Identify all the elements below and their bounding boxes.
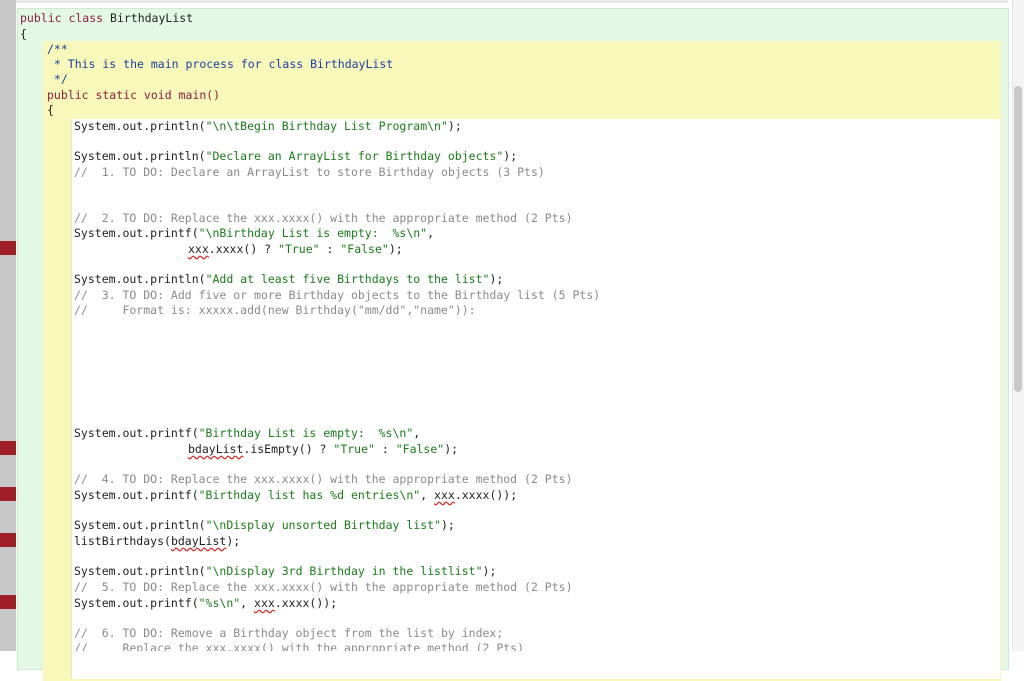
code-line: System.out.println("\n\tBegin Birthday L… — [74, 119, 462, 134]
string-literal: "Birthday list has %d entries\n" — [198, 488, 421, 502]
code-line: System.out.printf("%s\n", xxx.xxxx()); — [74, 596, 337, 611]
error-token[interactable]: xxx — [434, 488, 455, 502]
code-punct: ); — [440, 518, 455, 532]
code-line: System.out.printf("Birthday List is empt… — [74, 426, 420, 441]
code-call: System.out.println( — [74, 272, 206, 286]
error-token[interactable]: xxx — [254, 596, 275, 610]
code-line: System.out.printf("Birthday list has %d … — [74, 488, 517, 503]
code-punct: , — [240, 596, 255, 610]
error-marker[interactable] — [0, 241, 16, 255]
string-literal: "False" — [395, 442, 445, 456]
code-line: System.out.println("Add at least five Bi… — [74, 272, 503, 287]
scrollbar-thumb[interactable] — [1014, 86, 1022, 392]
code-line: bdayList.isEmpty() ? "True" : "False"); — [188, 442, 458, 457]
method-body-block — [71, 119, 1000, 679]
error-token[interactable]: bdayList — [171, 534, 226, 548]
string-literal: "Birthday List is empty: %s\n" — [198, 426, 414, 440]
code-punct: , — [427, 226, 435, 240]
code-call: System.out.println( — [74, 518, 206, 532]
code-punct: ); — [447, 119, 462, 133]
code-punct: ); — [489, 272, 504, 286]
code-line: System.out.println("Declare an ArrayList… — [74, 149, 517, 164]
code-call: System.out.printf( — [74, 226, 199, 240]
string-literal: "True" — [278, 242, 320, 256]
todo-comment: // Replace the xxx.xxxx() with the appro… — [74, 641, 525, 651]
method-open-brace: { — [47, 103, 54, 117]
keyword: public class — [20, 11, 111, 25]
code-line: System.out.println("\nDisplay unsorted B… — [74, 518, 455, 533]
error-marker[interactable] — [0, 487, 16, 501]
error-token[interactable]: bdayList — [188, 442, 243, 456]
class-open-brace: { — [20, 27, 27, 41]
todo-comment: // 6. TO DO: Remove a Birthday object fr… — [74, 626, 504, 640]
code-punct: ); — [226, 534, 241, 548]
code-punct: ); — [482, 564, 497, 578]
code-expr: .isEmpty() ? — [243, 442, 334, 456]
code-line: System.out.printf("\nBirthday List is em… — [74, 226, 434, 241]
todo-comment: // 3. TO DO: Add five or more Birthday o… — [74, 288, 601, 302]
code-punct: ); — [444, 442, 459, 456]
class-declaration: public class BirthdayList — [20, 11, 193, 26]
code-punct: ); — [503, 149, 518, 163]
code-call: System.out.println( — [74, 564, 206, 578]
todo-comment: // 4. TO DO: Replace the xxx.xxxx() with… — [74, 472, 573, 486]
code-punct: .xxxx()); — [274, 596, 338, 610]
string-literal: "\n\tBegin Birthday List Program\n" — [205, 119, 448, 133]
code-punct: , — [413, 426, 421, 440]
string-literal: "Declare an ArrayList for Birthday objec… — [205, 149, 504, 163]
code-call: System.out.println( — [74, 149, 206, 163]
main-method-declaration: public static void main() — [47, 88, 221, 102]
string-literal: "\nDisplay unsorted Birthday list" — [205, 518, 441, 532]
code-call: System.out.printf( — [74, 426, 199, 440]
doc-comment-text: * This is the main process for class Bir… — [47, 57, 394, 71]
todo-comment: // 2. TO DO: Replace the xxx.xxxx() with… — [74, 211, 573, 225]
error-marker[interactable] — [0, 441, 16, 455]
string-literal: "Add at least five Birthdays to the list… — [205, 272, 490, 286]
code-expr: .xxxx() ? — [208, 242, 279, 256]
string-literal: "False" — [340, 242, 389, 256]
todo-comment: // 1. TO DO: Declare an ArrayList to sto… — [74, 165, 545, 179]
string-literal: "\nDisplay 3rd Birthday in the listlist" — [205, 564, 483, 578]
code-punct: : — [374, 442, 396, 456]
format-comment: // Format is: xxxxx.add(new Birthday("mm… — [74, 303, 476, 317]
code-call: System.out.println( — [74, 119, 206, 133]
code-call: listBirthdays( — [74, 534, 171, 548]
editor-gutter — [0, 0, 16, 651]
code-call: System.out.printf( — [74, 596, 199, 610]
error-token[interactable]: xxx — [188, 242, 209, 256]
code-line: listBirthdays(bdayList); — [74, 534, 240, 549]
editor-top-border — [16, 0, 1008, 3]
code-punct: .xxxx()); — [454, 488, 518, 502]
string-literal: "\nBirthday List is empty: %s\n" — [198, 226, 428, 240]
todo-comment: // 5. TO DO: Replace the xxx.xxxx() with… — [74, 580, 573, 594]
doc-comment-open: /** — [47, 42, 68, 56]
code-line: System.out.println("\nDisplay 3rd Birthd… — [74, 564, 496, 579]
string-literal: "True" — [333, 442, 375, 456]
code-punct: : — [319, 242, 341, 256]
string-literal: "%s\n" — [198, 596, 241, 610]
class-name: BirthdayList — [110, 11, 194, 25]
code-call: System.out.printf( — [74, 488, 199, 502]
code-punct: ); — [388, 242, 403, 256]
code-punct: , — [420, 488, 435, 502]
error-marker[interactable] — [0, 533, 16, 547]
code-line: xxx.xxxx() ? "True" : "False"); — [188, 242, 403, 257]
doc-comment-close: */ — [47, 72, 68, 86]
error-marker[interactable] — [0, 595, 16, 609]
